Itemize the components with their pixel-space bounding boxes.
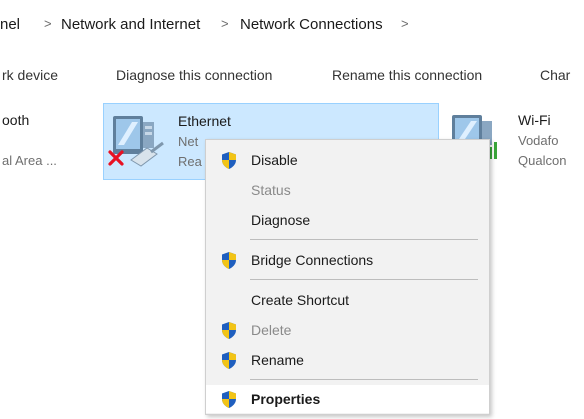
- menu-item-diagnose[interactable]: Diagnose: [206, 206, 489, 234]
- toolbar: rk device Diagnose this connection Renam…: [0, 50, 584, 100]
- menu-item-label: Status: [251, 182, 291, 198]
- adapter-description: al Area ...: [2, 153, 57, 168]
- adapter-description: Qualcon: [518, 153, 567, 168]
- adapter-name: ooth: [2, 112, 30, 128]
- adapter-name: Wi-Fi: [518, 112, 551, 128]
- breadcrumb: nel > Network and Internet > Network Con…: [0, 0, 584, 50]
- menu-item-label: Disable: [251, 152, 298, 168]
- uac-shield-icon: [222, 391, 236, 408]
- menu-separator: [250, 239, 478, 240]
- menu-item-disable[interactable]: Disable: [206, 146, 489, 174]
- menu-item-label: Rename: [251, 352, 304, 368]
- context-menu: Disable Status Diagnose Bridge Connectio…: [205, 139, 490, 415]
- network-adapter-icon: [113, 116, 164, 167]
- menu-item-bridge-connections[interactable]: Bridge Connections: [206, 246, 489, 274]
- breadcrumb-separator: >: [221, 16, 229, 31]
- adapter-name: Ethernet: [178, 113, 231, 129]
- toolbar-diagnose-connection[interactable]: Diagnose this connection: [116, 67, 272, 83]
- menu-item-status[interactable]: Status: [206, 176, 489, 204]
- adapter-bluetooth[interactable]: ooth al Area ...: [0, 103, 100, 180]
- adapter-network: Vodafo: [518, 133, 559, 148]
- menu-item-label: Create Shortcut: [251, 292, 350, 308]
- toolbar-network-device[interactable]: rk device: [2, 67, 58, 83]
- adapter-description: Rea: [178, 154, 202, 169]
- menu-item-label: Delete: [251, 322, 292, 338]
- toolbar-change-settings[interactable]: Char: [540, 67, 570, 83]
- menu-separator: [250, 379, 478, 380]
- menu-item-rename[interactable]: Rename: [206, 346, 489, 374]
- menu-item-create-shortcut[interactable]: Create Shortcut: [206, 286, 489, 314]
- uac-shield-icon: [222, 152, 236, 169]
- adapter-status: Net: [178, 134, 199, 149]
- uac-shield-icon: [222, 352, 236, 369]
- uac-shield-icon: [222, 322, 236, 339]
- menu-item-label: Diagnose: [251, 212, 311, 228]
- menu-item-delete[interactable]: Delete: [206, 316, 489, 344]
- menu-item-properties[interactable]: Properties: [206, 385, 489, 413]
- breadcrumb-expand-chevron[interactable]: >: [401, 16, 409, 31]
- breadcrumb-item-network-and-internet[interactable]: Network and Internet: [61, 16, 200, 33]
- menu-item-label: Bridge Connections: [251, 252, 374, 268]
- disconnected-x-icon: [108, 150, 124, 166]
- uac-shield-icon: [222, 252, 236, 269]
- toolbar-rename-connection[interactable]: Rename this connection: [332, 67, 482, 83]
- menu-separator: [250, 279, 478, 280]
- breadcrumb-item-control-panel[interactable]: nel: [0, 16, 20, 33]
- breadcrumb-item-network-connections[interactable]: Network Connections: [240, 16, 383, 33]
- breadcrumb-separator: >: [44, 16, 52, 31]
- menu-item-label: Properties: [251, 391, 321, 407]
